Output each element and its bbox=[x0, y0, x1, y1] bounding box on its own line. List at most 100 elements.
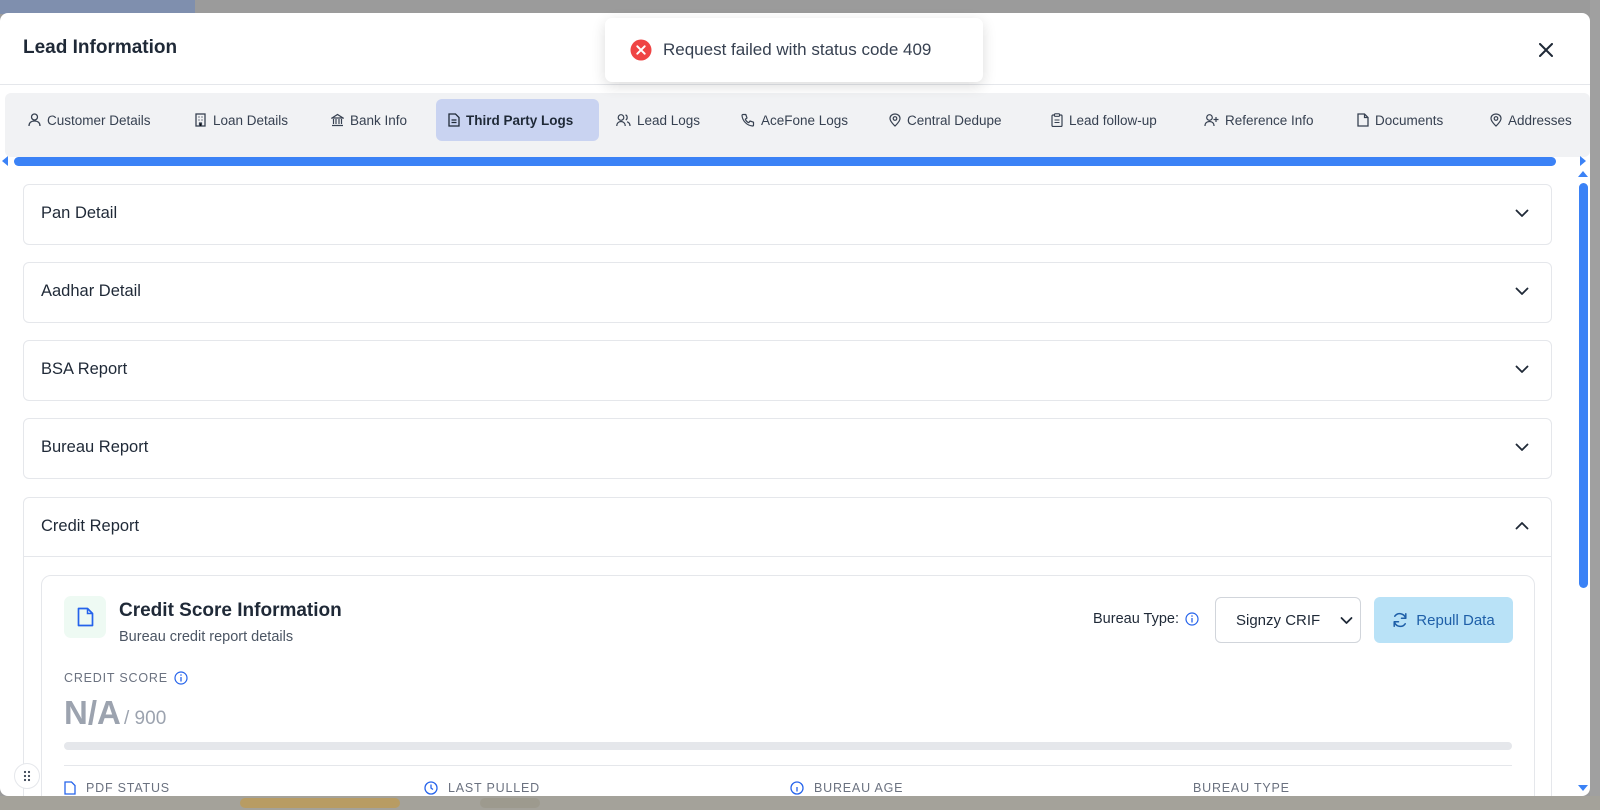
section-title: Aadhar Detail bbox=[41, 282, 141, 300]
scroll-left-arrow-icon[interactable] bbox=[2, 156, 8, 166]
credit-score-card: Credit Score Information Bureau credit r… bbox=[41, 575, 1535, 796]
users-icon bbox=[616, 114, 631, 127]
map-pin-icon bbox=[1490, 113, 1502, 127]
close-button[interactable] bbox=[1532, 37, 1560, 63]
tab-label: Central Dedupe bbox=[907, 112, 1002, 128]
chevron-down-icon bbox=[1515, 443, 1529, 451]
modal-title: Lead Information bbox=[23, 37, 178, 58]
toast-message: Request failed with status code 409 bbox=[663, 40, 932, 59]
chevron-down-icon bbox=[1515, 209, 1529, 217]
card-title: Credit Score Information bbox=[119, 600, 342, 621]
grip-dots-icon bbox=[23, 770, 31, 782]
chevron-down-icon bbox=[1515, 365, 1529, 373]
tab-label: Documents bbox=[1375, 112, 1444, 128]
tab-addresses[interactable]: Addresses bbox=[1478, 99, 1584, 141]
file-text-icon bbox=[448, 113, 460, 127]
scroll-up-arrow-icon[interactable] bbox=[1578, 171, 1588, 177]
section-credit-report: Credit Report Credit Score Information B… bbox=[23, 497, 1552, 796]
bureau-type-label: Bureau Type: bbox=[1093, 611, 1199, 627]
chevron-up-icon bbox=[1515, 522, 1529, 530]
section-title: BSA Report bbox=[41, 360, 128, 378]
accordion-header[interactable]: BSA Report bbox=[24, 341, 1551, 400]
bureau-type-select[interactable]: Signzy CRIF bbox=[1215, 597, 1361, 643]
scrollbar-thumb[interactable] bbox=[1579, 183, 1588, 588]
pdf-status-label: PDF STATUS bbox=[64, 781, 170, 795]
document-icon bbox=[77, 607, 93, 627]
meta-label: PDF STATUS bbox=[86, 781, 170, 795]
chevron-down-icon bbox=[1515, 287, 1529, 295]
tab-label: Customer Details bbox=[47, 112, 151, 128]
repull-data-button[interactable]: Repull Data bbox=[1374, 597, 1513, 643]
repull-data-label: Repull Data bbox=[1416, 611, 1495, 629]
bureau-type-meta-label: BUREAU TYPE bbox=[1193, 781, 1290, 795]
info-icon[interactable] bbox=[1185, 612, 1199, 626]
backdrop-edge bbox=[1590, 0, 1600, 810]
scroll-right-arrow-icon[interactable] bbox=[1580, 156, 1586, 166]
tab-lead-follow-up[interactable]: Lead follow-up bbox=[1039, 99, 1169, 141]
accordion-header[interactable]: Credit Report bbox=[24, 498, 1551, 557]
bureau-type-label-text: Bureau Type: bbox=[1093, 611, 1179, 627]
clock-icon bbox=[424, 781, 438, 795]
tab-customer-details[interactable]: Customer Details bbox=[16, 99, 163, 141]
bank-icon bbox=[331, 113, 344, 127]
section-pan-detail: Pan Detail bbox=[23, 184, 1552, 245]
tab-label: Lead Logs bbox=[637, 112, 701, 128]
building-icon bbox=[195, 113, 206, 127]
tab-label: Reference Info bbox=[1225, 112, 1314, 128]
accordion-header[interactable]: Aadhar Detail bbox=[24, 263, 1551, 322]
info-icon bbox=[790, 781, 804, 795]
section-title: Pan Detail bbox=[41, 204, 118, 222]
scroll-down-arrow-icon[interactable] bbox=[1578, 785, 1588, 791]
tab-label: AceFone Logs bbox=[761, 112, 849, 128]
tab-third-party-logs[interactable]: Third Party Logs bbox=[436, 99, 599, 141]
meta-label: BUREAU AGE bbox=[814, 781, 904, 795]
tab-label: Addresses bbox=[1508, 112, 1572, 128]
credit-score-label-text: CREDIT SCORE bbox=[64, 671, 168, 685]
tab-central-dedupe[interactable]: Central Dedupe bbox=[877, 99, 1014, 141]
credit-score-label: CREDIT SCORE bbox=[64, 671, 188, 685]
section-aadhar-detail: Aadhar Detail bbox=[23, 262, 1552, 323]
meta-label: BUREAU TYPE bbox=[1193, 781, 1290, 795]
section-title: Bureau Report bbox=[41, 438, 149, 456]
bureau-type-selected-value: Signzy CRIF bbox=[1236, 612, 1321, 629]
credit-score-value: N/A bbox=[64, 694, 121, 731]
error-toast: Request failed with status code 409 bbox=[605, 18, 983, 82]
file-icon bbox=[64, 781, 76, 795]
tab-label: Loan Details bbox=[213, 112, 289, 128]
accordion-header[interactable]: Pan Detail bbox=[24, 185, 1551, 244]
section-title: Credit Report bbox=[41, 517, 140, 535]
tab-documents[interactable]: Documents bbox=[1345, 99, 1455, 141]
tab-bank-info[interactable]: Bank Info bbox=[319, 99, 419, 141]
bureau-age-label: BUREAU AGE bbox=[790, 781, 903, 795]
tab-label: Third Party Logs bbox=[466, 112, 574, 128]
content-vertical-scrollbar[interactable] bbox=[1576, 169, 1590, 796]
drag-handle[interactable] bbox=[14, 763, 40, 789]
scrollbar-thumb[interactable] bbox=[14, 157, 1556, 166]
card-icon-badge bbox=[64, 596, 106, 638]
tabs-horizontal-scrollbar[interactable] bbox=[0, 153, 1590, 169]
map-pin-icon bbox=[889, 113, 901, 127]
accordion-header[interactable]: Bureau Report bbox=[24, 419, 1551, 478]
info-icon[interactable] bbox=[174, 671, 188, 685]
section-bsa-report: BSA Report bbox=[23, 340, 1552, 401]
user-plus-icon bbox=[1204, 114, 1219, 127]
tab-label: Bank Info bbox=[350, 112, 408, 128]
tab-acefone-logs[interactable]: AceFone Logs bbox=[729, 99, 860, 141]
user-icon bbox=[28, 113, 41, 127]
tab-loan-details[interactable]: Loan Details bbox=[182, 99, 300, 141]
phone-icon bbox=[741, 113, 755, 127]
lead-information-modal: Lead Information Customer Details Loan D… bbox=[0, 13, 1590, 796]
tab-bar: Customer Details Loan Details Bank Info … bbox=[5, 93, 1590, 157]
backdrop-footer bbox=[0, 796, 1600, 810]
tab-reference-info[interactable]: Reference Info bbox=[1192, 99, 1326, 141]
tab-label: Lead follow-up bbox=[1069, 112, 1157, 128]
last-pulled-label: LAST PULLED bbox=[424, 781, 540, 795]
close-icon bbox=[1539, 43, 1553, 57]
clipboard-icon bbox=[1051, 113, 1063, 127]
tab-lead-logs[interactable]: Lead Logs bbox=[604, 99, 712, 141]
chevron-down-icon bbox=[1340, 617, 1353, 624]
file-icon bbox=[1357, 113, 1369, 127]
card-subtitle: Bureau credit report details bbox=[119, 629, 294, 645]
error-circle-icon bbox=[630, 39, 652, 61]
refresh-icon bbox=[1393, 612, 1407, 628]
